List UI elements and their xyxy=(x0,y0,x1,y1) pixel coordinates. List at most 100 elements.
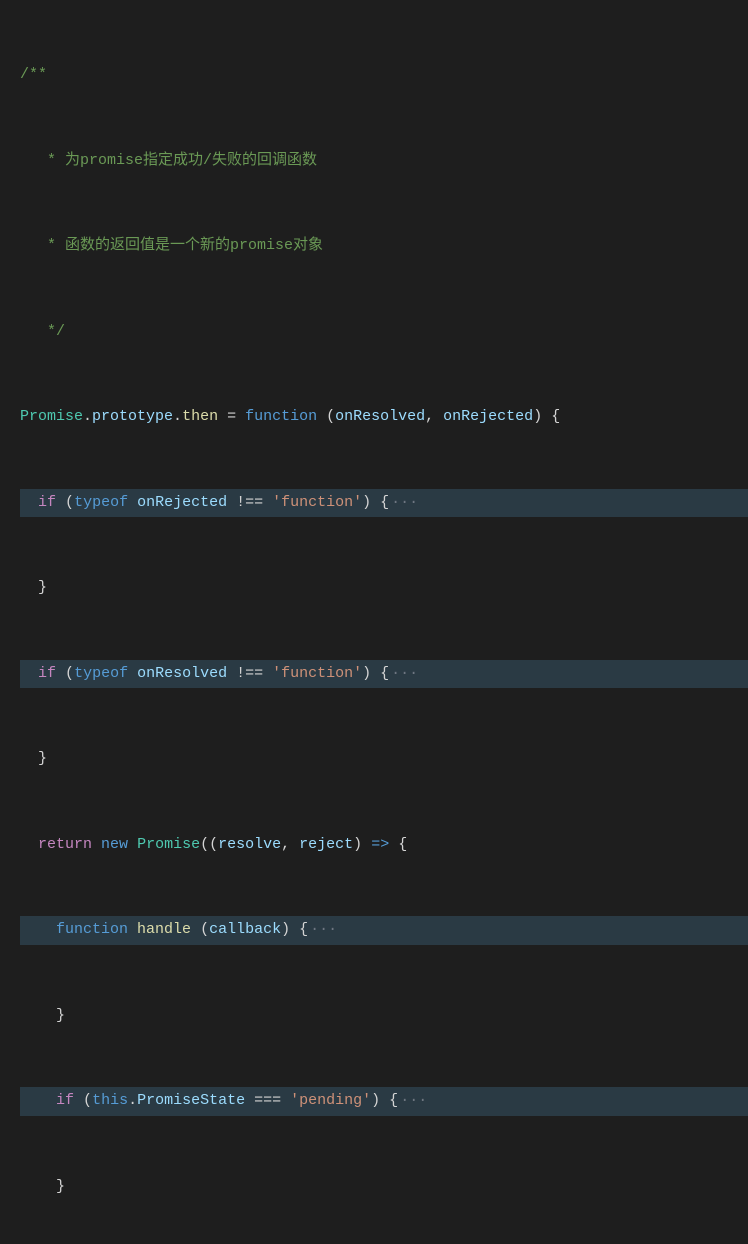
punct: { xyxy=(380,1087,398,1116)
space xyxy=(56,489,65,518)
keyword: function xyxy=(245,403,317,432)
keyword: function xyxy=(56,916,128,945)
space xyxy=(128,489,137,518)
fold-icon[interactable]: ··· xyxy=(391,489,418,518)
identifier: prototype xyxy=(92,403,173,432)
param: resolve xyxy=(218,831,281,860)
punct: . xyxy=(128,1087,137,1116)
code-line: /** xyxy=(20,61,748,90)
comment-text: * 函数的返回值是一个新的promise对象 xyxy=(20,232,323,261)
punct: } xyxy=(56,1173,65,1202)
punct: ) xyxy=(353,831,362,860)
fold-icon[interactable]: ··· xyxy=(400,1087,427,1116)
punct: ( xyxy=(83,1087,92,1116)
comment-text: * 为promise指定成功/失败的回调函数 xyxy=(20,147,317,176)
punct: } xyxy=(56,1002,65,1031)
keyword: new xyxy=(101,831,128,860)
punct: , xyxy=(425,403,443,432)
identifier: Promise xyxy=(137,831,200,860)
identifier: onResolved xyxy=(137,660,227,689)
punct: { xyxy=(290,916,308,945)
punct: ) xyxy=(281,916,290,945)
arrow: => xyxy=(362,831,398,860)
indent xyxy=(20,1173,56,1202)
param: reject xyxy=(299,831,353,860)
punct: { xyxy=(371,489,389,518)
string: 'function' xyxy=(272,489,362,518)
punct: ) xyxy=(362,660,371,689)
punct: . xyxy=(173,403,182,432)
identifier: Promise xyxy=(20,403,83,432)
space xyxy=(128,660,137,689)
code-line: } xyxy=(20,574,748,603)
indent xyxy=(20,1002,56,1031)
punct: } xyxy=(38,745,47,774)
code-line: } xyxy=(20,1002,748,1031)
space xyxy=(191,916,200,945)
code-line: * 函数的返回值是一个新的promise对象 xyxy=(20,232,748,261)
code-line: */ xyxy=(20,318,748,347)
indent xyxy=(20,1087,56,1116)
punct: { xyxy=(371,660,389,689)
comment-text: */ xyxy=(20,318,65,347)
punct: { xyxy=(542,403,560,432)
space xyxy=(56,660,65,689)
punct: ( xyxy=(200,916,209,945)
indent xyxy=(20,831,38,860)
code-line: if (typeof onResolved !== 'function') {·… xyxy=(20,660,748,689)
indent xyxy=(20,745,38,774)
keyword: typeof xyxy=(74,489,128,518)
punct: } xyxy=(38,574,47,603)
keyword: return xyxy=(38,831,92,860)
space xyxy=(92,831,101,860)
code-line: } xyxy=(20,745,748,774)
operator: === xyxy=(245,1087,290,1116)
punct: , xyxy=(281,831,299,860)
code-editor[interactable]: /** * 为promise指定成功/失败的回调函数 * 函数的返回值是一个新的… xyxy=(0,0,748,1244)
space xyxy=(317,403,326,432)
fold-icon[interactable]: ··· xyxy=(391,660,418,689)
operator: !== xyxy=(227,489,272,518)
keyword: if xyxy=(38,660,56,689)
space xyxy=(128,916,137,945)
param: callback xyxy=(209,916,281,945)
fold-icon[interactable]: ··· xyxy=(310,916,337,945)
code-line: function handle (callback) {··· xyxy=(20,916,748,945)
param: onRejected xyxy=(443,403,533,432)
code-line: Promise.prototype.then = function (onRes… xyxy=(20,403,748,432)
punct: ( xyxy=(326,403,335,432)
punct: { xyxy=(398,831,407,860)
identifier: handle xyxy=(137,916,191,945)
code-line: if (this.PromiseState === 'pending') {··… xyxy=(20,1087,748,1116)
punct: . xyxy=(83,403,92,432)
punct: ( xyxy=(65,489,74,518)
keyword: this xyxy=(92,1087,128,1116)
punct: ( xyxy=(209,831,218,860)
indent xyxy=(20,574,38,603)
keyword: if xyxy=(38,489,56,518)
operator: !== xyxy=(227,660,272,689)
space xyxy=(74,1087,83,1116)
identifier: onRejected xyxy=(137,489,227,518)
param: onResolved xyxy=(335,403,425,432)
punct: ) xyxy=(371,1087,380,1116)
identifier: then xyxy=(182,403,218,432)
code-line: if (typeof onRejected !== 'function') {·… xyxy=(20,489,748,518)
indent xyxy=(20,489,38,518)
indent xyxy=(20,660,38,689)
keyword: if xyxy=(56,1087,74,1116)
operator: = xyxy=(218,403,245,432)
punct: ) xyxy=(533,403,542,432)
indent xyxy=(20,916,56,945)
code-line: return new Promise((resolve, reject) => … xyxy=(20,831,748,860)
string: 'function' xyxy=(272,660,362,689)
keyword: typeof xyxy=(74,660,128,689)
punct: ) xyxy=(362,489,371,518)
punct: ( xyxy=(200,831,209,860)
punct: ( xyxy=(65,660,74,689)
code-line: } xyxy=(20,1173,748,1202)
string: 'pending' xyxy=(290,1087,371,1116)
code-line: * 为promise指定成功/失败的回调函数 xyxy=(20,147,748,176)
space xyxy=(128,831,137,860)
identifier: PromiseState xyxy=(137,1087,245,1116)
